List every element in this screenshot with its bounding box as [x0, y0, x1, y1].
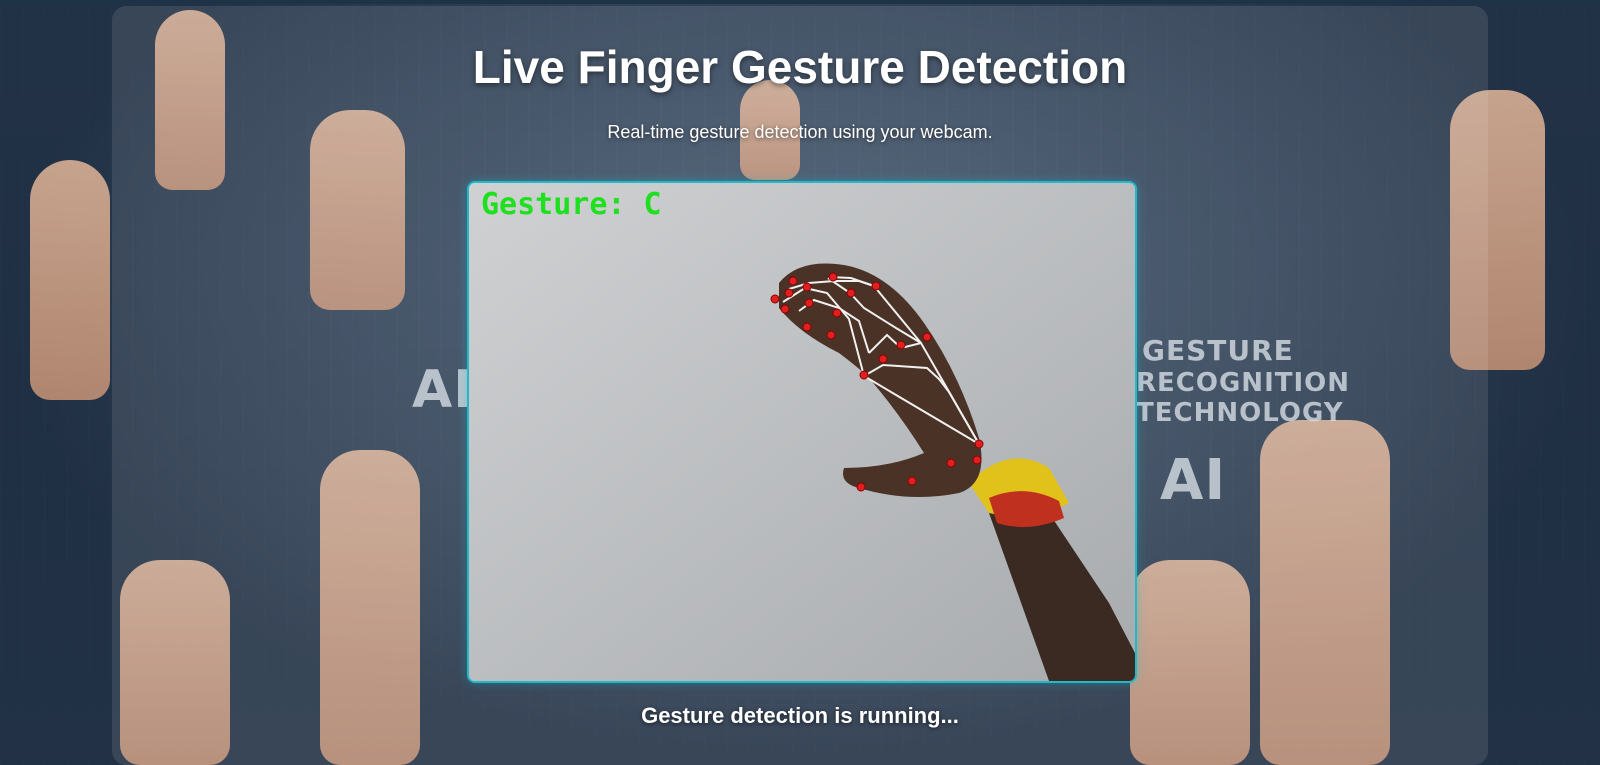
- background-hand: [30, 160, 110, 400]
- webcam-video-feed: Gesture: C: [467, 181, 1137, 683]
- status-text: Gesture detection is running...: [641, 703, 959, 728]
- gesture-label: Gesture: C: [481, 187, 662, 222]
- page-title: Live Finger Gesture Detection: [472, 41, 1128, 93]
- page-subtitle: Real-time gesture detection using your w…: [607, 122, 993, 142]
- video-scene: [469, 183, 1135, 681]
- top-border: [0, 0, 1600, 4]
